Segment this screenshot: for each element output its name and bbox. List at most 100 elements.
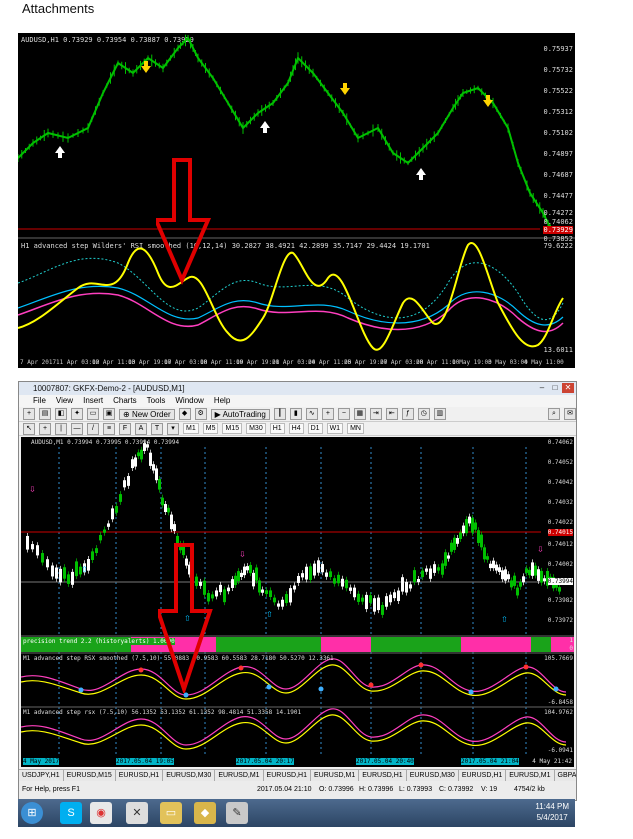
menu-view[interactable]: View bbox=[56, 395, 73, 407]
trend-indicator-label: precision trend 2.2 (historyalerts) 1.00… bbox=[23, 638, 175, 645]
chart-tab[interactable]: EURUSD,H1 bbox=[116, 770, 164, 781]
timeframe-h1[interactable]: H1 bbox=[269, 423, 285, 434]
price-line bbox=[18, 36, 554, 234]
close-button[interactable]: ✕ bbox=[562, 383, 574, 393]
time-axis-label: 1 May 19:00 bbox=[452, 359, 492, 366]
search-icon[interactable]: ⌕ bbox=[548, 408, 560, 420]
candle bbox=[525, 568, 528, 573]
candle bbox=[273, 597, 276, 603]
chart-tab[interactable]: EURUSD,M1 bbox=[311, 770, 360, 781]
candles-icon[interactable]: ▮ bbox=[289, 408, 302, 420]
shapes-icon[interactable]: ▾ bbox=[167, 422, 179, 435]
candle bbox=[149, 452, 152, 466]
price-axis-label: 0.74012 bbox=[547, 541, 573, 548]
status-open: O: 0.73996 bbox=[319, 786, 354, 793]
market-watch-icon[interactable]: ◧ bbox=[55, 408, 67, 420]
candle bbox=[158, 479, 161, 490]
candle bbox=[313, 563, 316, 576]
templates-icon[interactable]: ▥ bbox=[433, 408, 446, 420]
tile-icon[interactable]: ▦ bbox=[353, 408, 366, 420]
m1-chart[interactable]: AUDUSD,M1 0.73994 0.73995 0.73994 0.7399… bbox=[21, 437, 574, 767]
chart-tab[interactable]: EURUSD,H1 bbox=[264, 770, 311, 781]
candle bbox=[297, 575, 300, 583]
chart-tab[interactable]: EURUSD,M30 bbox=[163, 770, 216, 781]
timeframe-mn[interactable]: MN bbox=[347, 423, 364, 434]
metatrader-icon[interactable]: ✕ bbox=[126, 802, 148, 824]
chart-tab[interactable]: EURUSD,M30 bbox=[407, 770, 459, 781]
paint-icon[interactable]: ✎ bbox=[226, 802, 248, 824]
rsx-dots bbox=[78, 662, 559, 698]
chart-tab[interactable]: USDJPY,H1 bbox=[19, 770, 64, 781]
label-icon[interactable]: T bbox=[151, 422, 163, 435]
new-order-button[interactable]: ⊕ New Order bbox=[119, 408, 175, 420]
profiles-icon[interactable]: ▤ bbox=[39, 408, 51, 420]
timeframe-h4[interactable]: H4 bbox=[288, 423, 304, 434]
chrome-icon[interactable]: ◉ bbox=[90, 802, 112, 824]
text-icon[interactable]: A bbox=[135, 422, 147, 435]
timeframe-m15[interactable]: M15 bbox=[222, 423, 243, 434]
chart-tab[interactable]: GBPAUD,M5 bbox=[555, 770, 577, 781]
line-chart-icon[interactable]: ∿ bbox=[305, 408, 318, 420]
system-clock[interactable]: 11:44 PM 5/4/2017 bbox=[535, 801, 569, 823]
folder-icon[interactable]: ▭ bbox=[160, 802, 182, 824]
timeframe-w1[interactable]: W1 bbox=[326, 423, 344, 434]
autotrading-button[interactable]: ▶ AutoTrading bbox=[210, 408, 270, 420]
bid-price-label: 0.73994 bbox=[547, 578, 573, 585]
chat-icon[interactable]: ✉ bbox=[564, 408, 576, 420]
trendline-icon[interactable]: / bbox=[87, 422, 99, 435]
minimize-button[interactable]: – bbox=[536, 383, 548, 393]
candle bbox=[258, 580, 261, 593]
fibo-icon[interactable]: F bbox=[119, 422, 131, 435]
periods-icon[interactable]: ◷ bbox=[417, 408, 430, 420]
timeframe-m30[interactable]: M30 bbox=[246, 423, 266, 434]
signal-line bbox=[18, 292, 564, 333]
options-icon[interactable]: ⚙ bbox=[194, 408, 207, 420]
autoscroll-icon[interactable]: ⇥ bbox=[369, 408, 382, 420]
candle bbox=[459, 532, 462, 540]
candle bbox=[95, 548, 98, 554]
chart-tab[interactable]: EURUSD,M1 bbox=[215, 770, 264, 781]
terminal-icon[interactable]: ▭ bbox=[87, 408, 99, 420]
chart-tab[interactable]: EURUSD,H1 bbox=[359, 770, 407, 781]
menu-help[interactable]: Help bbox=[214, 395, 230, 407]
timeframe-m1[interactable]: M1 bbox=[183, 423, 199, 434]
chart-tab[interactable]: EURUSD,H1 bbox=[459, 770, 507, 781]
menu-bar: File View Insert Charts Tools Window Hel… bbox=[19, 395, 576, 407]
date-axis-label: 2017.05.04 19:05 bbox=[116, 758, 174, 765]
candle bbox=[51, 565, 54, 577]
candle bbox=[281, 599, 284, 607]
new-chart-icon[interactable]: + bbox=[23, 408, 35, 420]
tester-icon[interactable]: ▣ bbox=[103, 408, 115, 420]
chart-tab[interactable]: EURUSD,M1 bbox=[506, 770, 555, 781]
menu-window[interactable]: Window bbox=[175, 395, 203, 407]
vertical-line-icon[interactable]: | bbox=[55, 422, 67, 435]
chart-tab[interactable]: EURUSD,M15 bbox=[64, 770, 116, 781]
timeframe-m5[interactable]: M5 bbox=[202, 423, 219, 434]
candle bbox=[75, 561, 78, 577]
app-icon[interactable]: ◆ bbox=[194, 802, 216, 824]
indicators-icon[interactable]: ƒ bbox=[401, 408, 414, 420]
timeframe-d1[interactable]: D1 bbox=[307, 423, 323, 434]
zoom-in-icon[interactable]: + bbox=[321, 408, 334, 420]
price-axis-label: 0.74022 bbox=[547, 519, 573, 526]
bar-chart-icon[interactable]: ┃ bbox=[273, 408, 286, 420]
time-axis-label: 7 Apr 2017 bbox=[20, 359, 57, 366]
crosshair-icon[interactable]: + bbox=[39, 422, 51, 435]
menu-insert[interactable]: Insert bbox=[83, 395, 103, 407]
metaeditor-icon[interactable]: ◆ bbox=[178, 408, 191, 420]
chart-shift-icon[interactable]: ⇤ bbox=[385, 408, 398, 420]
candle bbox=[277, 603, 280, 607]
channel-icon[interactable]: ≡ bbox=[103, 422, 115, 435]
start-button-icon[interactable]: ⊞ bbox=[21, 802, 43, 824]
maximize-button[interactable]: □ bbox=[549, 383, 561, 393]
menu-tools[interactable]: Tools bbox=[147, 395, 166, 407]
menu-file[interactable]: File bbox=[33, 395, 46, 407]
cursor-icon[interactable]: ↖ bbox=[23, 422, 35, 435]
zoom-out-icon[interactable]: − bbox=[337, 408, 350, 420]
candle bbox=[510, 580, 513, 588]
rsx-scale-label: 105.7669 bbox=[544, 655, 573, 662]
navigator-icon[interactable]: ✦ bbox=[71, 408, 83, 420]
skype-icon[interactable]: S bbox=[60, 802, 82, 824]
horizontal-line-icon[interactable]: — bbox=[71, 422, 83, 435]
menu-charts[interactable]: Charts bbox=[113, 395, 137, 407]
